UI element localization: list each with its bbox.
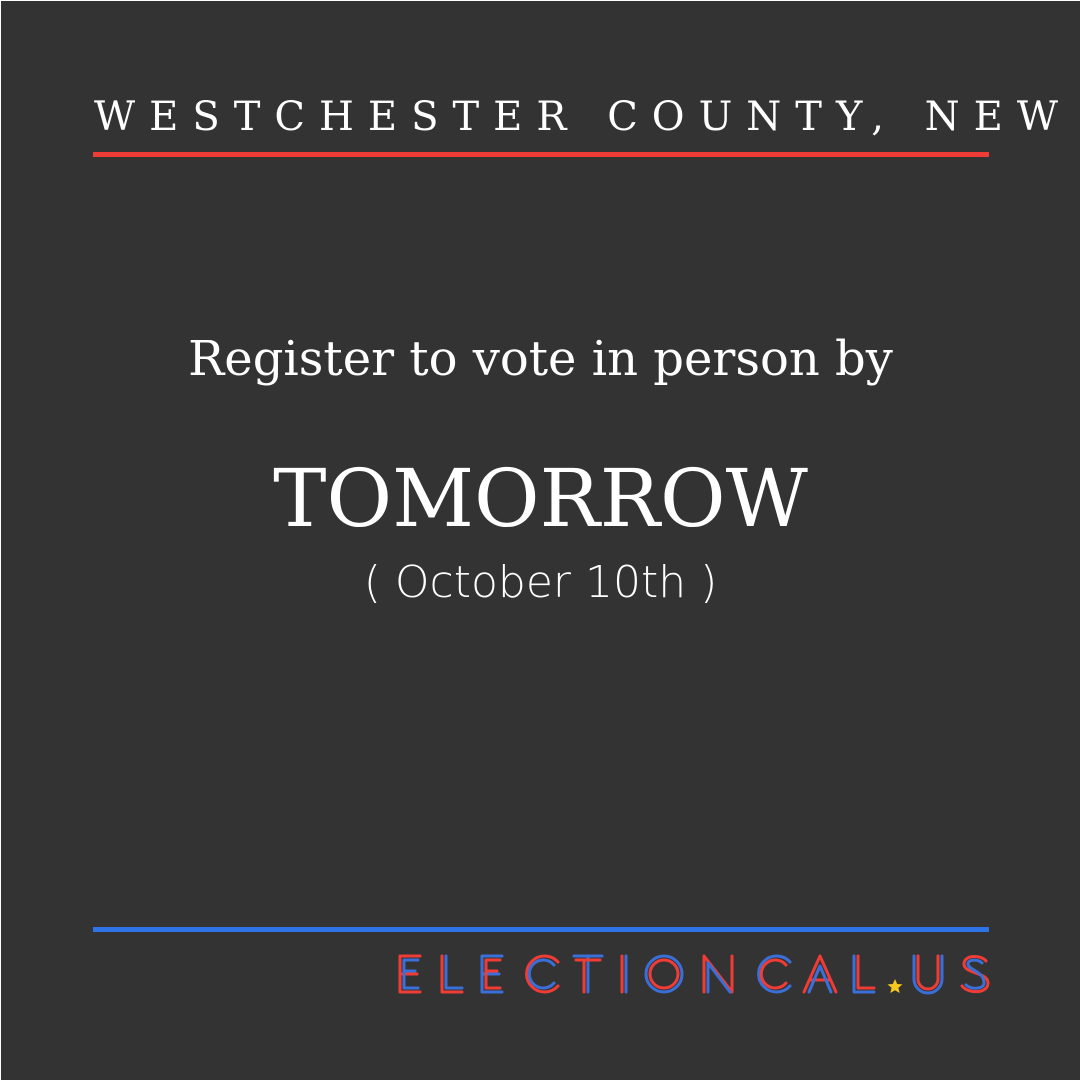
logo-star-icon [887,979,903,993]
logo-letter-a [802,954,838,994]
logo-letter-o [644,954,684,994]
county-heading: WESTCHESTER COUNTY, NEW YORK [94,94,1080,140]
electioncal-logo [396,951,992,1001]
logo-letter-e1 [398,954,422,994]
logo-letter-s [960,955,990,994]
electioncal-logo-graphic [398,954,990,995]
logo-letter-l1 [440,954,464,994]
deadline-heading: TOMORROW [273,452,808,545]
logo-letter-c2 [757,954,792,994]
logo-letter-t [572,954,604,994]
register-message: Register to vote in person by [188,331,893,387]
announcement-card: WESTCHESTER COUNTY, NEW YORK Register to… [1,1,1080,1080]
top-red-divider [93,152,989,157]
logo-letter-i [620,954,628,994]
deadline-date: ( October 10th ) [363,557,718,608]
bottom-blue-divider [93,927,989,932]
logo-letter-c1 [525,954,560,994]
logo-letter-u [912,954,944,995]
logo-letter-l2 [852,954,876,994]
logo-letter-n [702,954,734,994]
logo-letter-e2 [480,954,504,994]
